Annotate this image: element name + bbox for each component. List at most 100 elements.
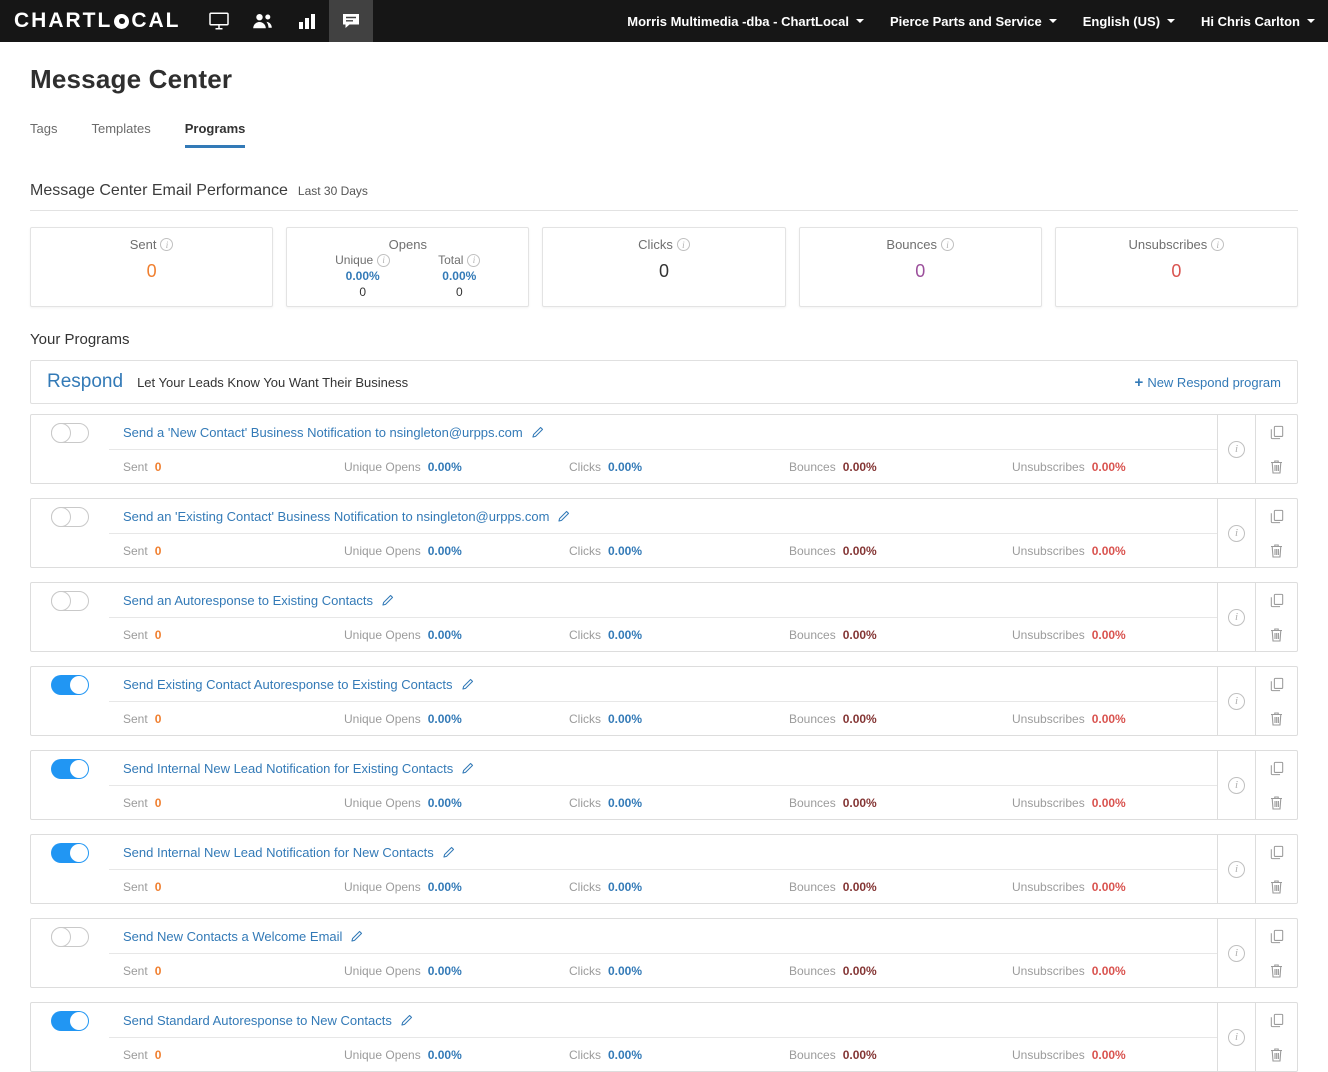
unsubscribes-label: Unsubscribes <box>1012 711 1085 726</box>
trash-icon[interactable] <box>1270 795 1283 810</box>
chartlocal-logo[interactable]: CHARTL CAL <box>0 0 197 42</box>
edit-pencil-icon[interactable] <box>461 678 474 691</box>
unsubscribes-label: Unsubscribes <box>1012 1047 1085 1062</box>
program-toggle[interactable] <box>51 507 89 527</box>
program-main: Send Standard Autoresponse to New Contac… <box>109 1003 1218 1071</box>
program-title-link[interactable]: Send Standard Autoresponse to New Contac… <box>123 1013 392 1028</box>
bounces-label: Bounces <box>789 459 836 474</box>
program-toggle[interactable] <box>51 423 89 443</box>
program-title-link[interactable]: Send a 'New Contact' Business Notificati… <box>123 425 523 440</box>
bounces-card-label: Bounces <box>886 237 937 252</box>
copy-icon[interactable] <box>1270 593 1284 608</box>
trash-icon[interactable] <box>1270 711 1283 726</box>
clicks-card-value: 0 <box>659 261 670 281</box>
sent-label: Sent <box>123 627 148 642</box>
copy-icon[interactable] <box>1270 761 1284 776</box>
program-title-link[interactable]: Send Internal New Lead Notification for … <box>123 845 434 860</box>
program-toggle[interactable] <box>51 591 89 611</box>
unsubscribes-card: Unsubscribes i 0 <box>1054 227 1299 307</box>
unique-opens-label: Unique Opens <box>344 459 421 474</box>
caret-down-icon <box>1048 19 1057 23</box>
messages-icon[interactable] <box>328 0 373 42</box>
edit-pencil-icon[interactable] <box>350 930 363 943</box>
unique-opens-value: 0.00% <box>427 711 462 726</box>
location-menu[interactable]: Pierce Parts and Service <box>877 14 1070 29</box>
program-main: Send Internal New Lead Notification for … <box>109 835 1218 903</box>
edit-pencil-icon[interactable] <box>381 594 394 607</box>
bounces-label: Bounces <box>789 543 836 558</box>
program-toggle-cell <box>31 499 109 567</box>
info-icon[interactable]: i <box>377 253 391 267</box>
program-actions-cell <box>1256 499 1297 567</box>
program-toggle[interactable] <box>51 1011 89 1031</box>
program-toggle[interactable] <box>51 843 89 863</box>
info-icon[interactable]: i <box>1228 944 1245 962</box>
language-menu[interactable]: English (US) <box>1070 14 1188 29</box>
total-opens-count: 0 <box>455 285 463 299</box>
edit-pencil-icon[interactable] <box>557 510 570 523</box>
info-icon[interactable]: i <box>1228 608 1245 626</box>
copy-icon[interactable] <box>1270 677 1284 692</box>
program-title-link[interactable]: Send an 'Existing Contact' Business Noti… <box>123 509 549 524</box>
sent-card-value: 0 <box>146 261 157 281</box>
clicks-label: Clicks <box>569 1047 601 1062</box>
trash-icon[interactable] <box>1270 459 1283 474</box>
edit-pencil-icon[interactable] <box>442 846 455 859</box>
info-icon[interactable]: i <box>467 253 481 267</box>
copy-icon[interactable] <box>1270 425 1284 440</box>
copy-icon[interactable] <box>1270 845 1284 860</box>
info-icon[interactable]: i <box>676 238 690 251</box>
info-icon[interactable]: i <box>941 238 954 251</box>
info-icon[interactable]: i <box>1228 524 1245 542</box>
edit-pencil-icon[interactable] <box>531 426 544 439</box>
clicks-card: Clicks i 0 <box>542 227 786 307</box>
info-icon[interactable]: i <box>160 238 174 251</box>
tab-templates[interactable]: Templates <box>91 121 150 148</box>
info-icon[interactable]: i <box>1228 692 1245 710</box>
opens-card-label: Opens <box>388 237 427 252</box>
program-title-link[interactable]: Send Internal New Lead Notification for … <box>123 761 453 776</box>
new-respond-program-button[interactable]: + New Respond program <box>1135 374 1281 391</box>
trash-icon[interactable] <box>1270 963 1283 978</box>
bounces-value: 0.00% <box>842 879 877 894</box>
info-icon[interactable]: i <box>1228 440 1245 458</box>
toggle-knob <box>70 676 88 694</box>
program-title-link[interactable]: Send New Contacts a Welcome Email <box>123 929 342 944</box>
program-title-link[interactable]: Send an Autoresponse to Existing Contact… <box>123 593 373 608</box>
company-menu[interactable]: Morris Multimedia -dba - ChartLocal <box>614 14 877 29</box>
trash-icon[interactable] <box>1270 879 1283 894</box>
logo-text-left: CHARTL <box>14 9 113 32</box>
program-toggle[interactable] <box>51 927 89 947</box>
tab-tags[interactable]: Tags <box>30 121 57 148</box>
users-icon[interactable] <box>241 0 285 42</box>
clicks-value: 0.00% <box>608 711 643 726</box>
unsubscribes-label: Unsubscribes <box>1012 627 1085 642</box>
unsubscribes-label: Unsubscribes <box>1012 795 1085 810</box>
toggle-knob <box>51 927 71 947</box>
copy-icon[interactable] <box>1270 929 1284 944</box>
program-title-link[interactable]: Send Existing Contact Autoresponse to Ex… <box>123 677 453 692</box>
program-toggle[interactable] <box>51 675 89 695</box>
trash-icon[interactable] <box>1270 1047 1283 1062</box>
copy-icon[interactable] <box>1270 509 1284 524</box>
info-icon[interactable]: i <box>1228 1028 1245 1046</box>
user-menu[interactable]: Hi Chris Carlton <box>1188 14 1328 29</box>
bounces-label: Bounces <box>789 795 836 810</box>
tab-programs[interactable]: Programs <box>184 121 246 148</box>
desktop-icon[interactable] <box>197 0 241 42</box>
clicks-label: Clicks <box>569 795 601 810</box>
unique-opens-label: Unique Opens <box>344 1047 421 1062</box>
copy-icon[interactable] <box>1270 1013 1284 1028</box>
edit-pencil-icon[interactable] <box>400 1014 413 1027</box>
info-icon[interactable]: i <box>1228 776 1245 794</box>
program-toggle[interactable] <box>51 759 89 779</box>
trash-icon[interactable] <box>1270 543 1283 558</box>
info-icon[interactable]: i <box>1211 238 1225 251</box>
bounces-label: Bounces <box>789 963 836 978</box>
edit-pencil-icon[interactable] <box>461 762 474 775</box>
trash-icon[interactable] <box>1270 627 1283 642</box>
info-icon[interactable]: i <box>1228 860 1245 878</box>
bar-chart-icon[interactable] <box>285 0 329 42</box>
unsubscribes-value: 0.00% <box>1091 543 1126 558</box>
sent-value: 0 <box>154 543 162 558</box>
